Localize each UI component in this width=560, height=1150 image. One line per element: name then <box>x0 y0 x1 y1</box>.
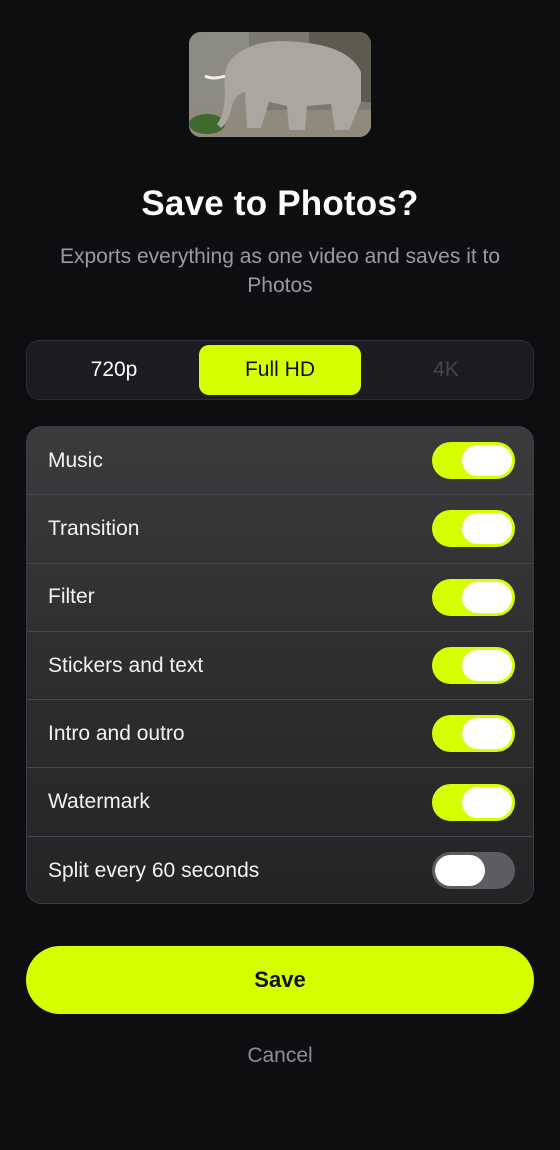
toggle-knob <box>462 581 512 613</box>
toggle-knob <box>435 855 485 887</box>
watermark-toggle[interactable] <box>432 783 515 821</box>
resolution-option-full-hd[interactable]: Full HD <box>199 345 361 395</box>
option-label: Filter <box>48 585 95 609</box>
option-label: Transition <box>48 516 140 540</box>
export-options-list: Music Transition Filter Stickers and tex… <box>26 426 534 904</box>
transition-toggle[interactable] <box>432 510 515 548</box>
split-toggle[interactable] <box>432 852 515 890</box>
toggle-knob <box>462 513 512 545</box>
resolution-selector: 720p Full HD 4K <box>26 340 534 400</box>
option-label: Watermark <box>48 790 150 814</box>
cancel-button[interactable]: Cancel <box>0 1044 560 1068</box>
save-button[interactable]: Save <box>26 946 534 1014</box>
dialog-subtitle: Exports everything as one video and save… <box>59 245 501 297</box>
option-label: Split every 60 seconds <box>48 858 260 882</box>
option-row-transition: Transition <box>27 495 533 564</box>
resolution-option-4k: 4K <box>433 358 459 381</box>
toggle-knob <box>462 718 512 750</box>
toggle-knob <box>462 650 512 682</box>
option-row-watermark: Watermark <box>27 768 533 837</box>
toggle-knob <box>462 786 512 818</box>
option-label: Stickers and text <box>48 653 204 677</box>
option-row-filter: Filter <box>27 564 533 632</box>
music-toggle[interactable] <box>432 442 515 480</box>
toggle-knob <box>462 445 512 477</box>
option-row-stickers: Stickers and text <box>27 632 533 701</box>
dialog-title: Save to Photos? <box>141 184 419 223</box>
stickers-toggle[interactable] <box>432 647 515 685</box>
filter-toggle[interactable] <box>432 578 515 616</box>
elephant-thumbnail-image <box>189 32 371 137</box>
option-row-intro-outro: Intro and outro <box>27 700 533 769</box>
resolution-option-720p[interactable]: 720p <box>33 345 195 395</box>
option-row-music: Music <box>27 427 533 496</box>
option-label: Music <box>48 448 103 472</box>
intro-outro-toggle[interactable] <box>432 715 515 753</box>
video-thumbnail <box>189 32 371 137</box>
option-row-split: Split every 60 seconds <box>27 837 533 903</box>
option-label: Intro and outro <box>48 721 185 745</box>
